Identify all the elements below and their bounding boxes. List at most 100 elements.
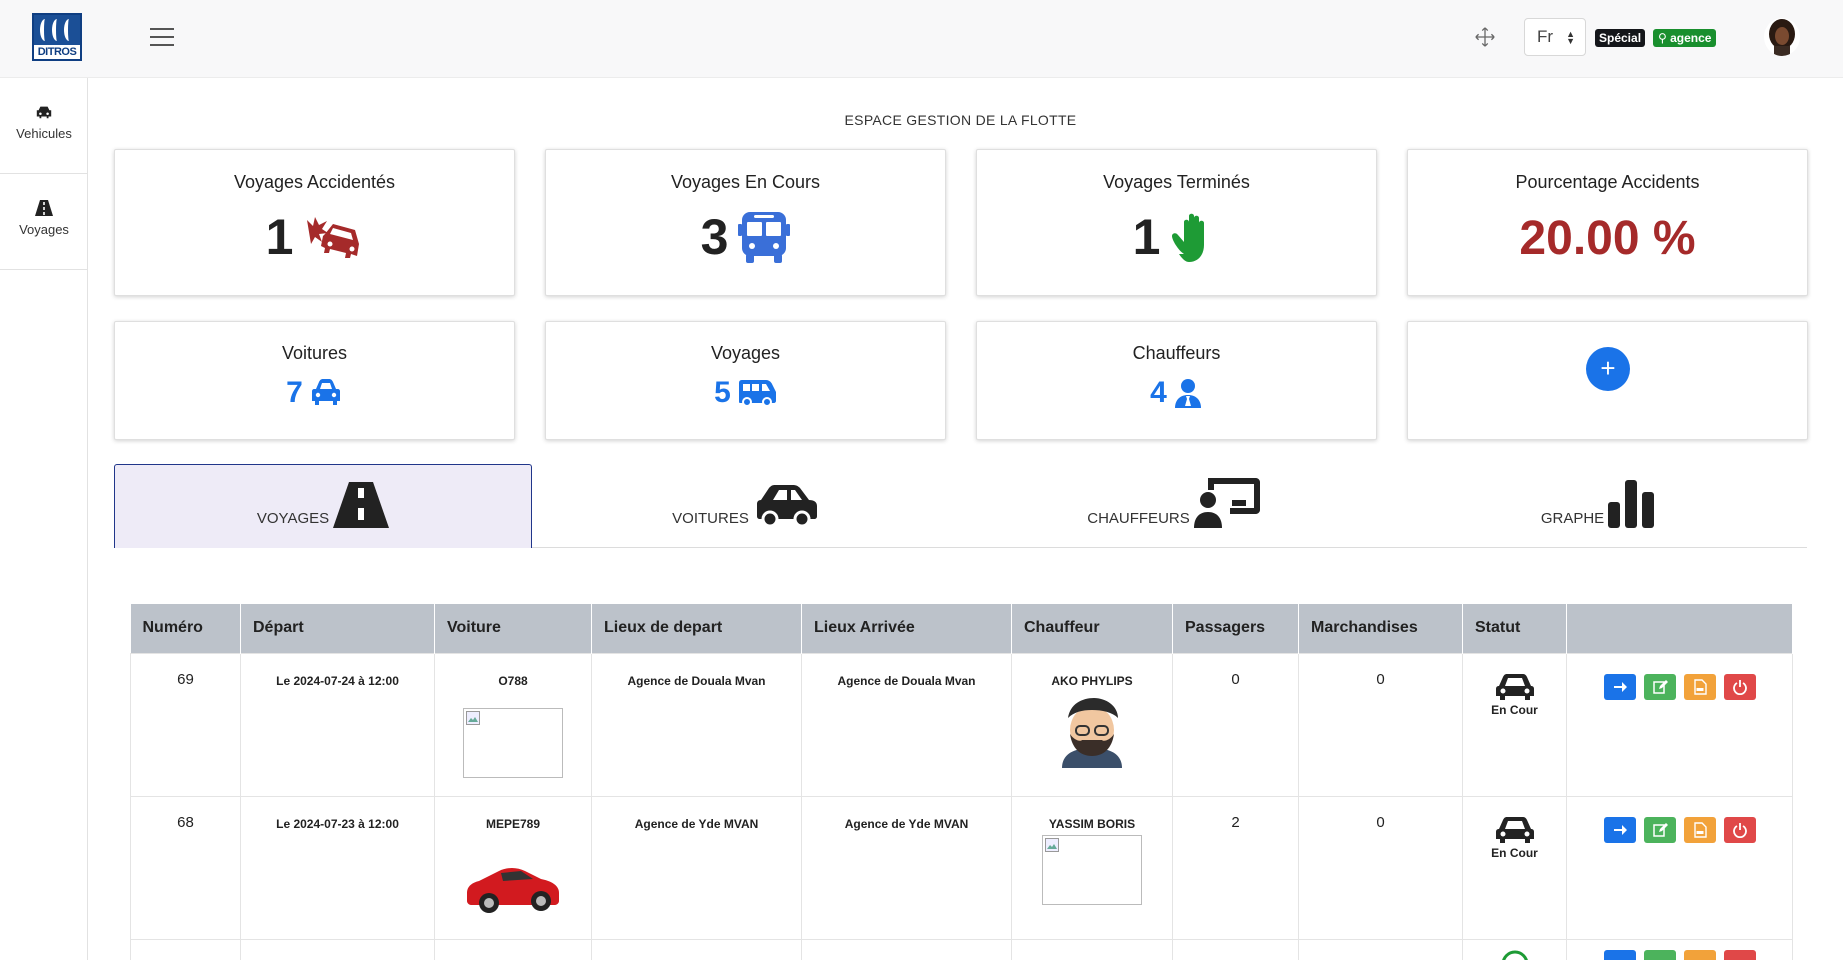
ditros-logo[interactable]: DITROS [32,13,82,61]
stat-card-title: Voyages Terminés [1103,172,1250,192]
cell-statut: En Cour [1462,652,1567,797]
cell-chauffeur: YASSIM BORIS [1011,795,1173,940]
cell-numero: 68 [130,795,241,940]
voyages-table: Numéro Départ Voiture Lieux de depart Li… [130,604,1793,960]
col-header[interactable]: Chauffeur [1011,604,1173,653]
cell-marchandises: 0 [1298,652,1463,797]
power-icon [1732,679,1747,695]
user-avatar[interactable] [1764,18,1800,56]
cell-lieu-arrivee [801,938,1012,960]
top-bar: DITROS Fr ▲ ▼ Spécial ⚲ agence [0,0,1843,78]
cell-numero: 69 [130,652,241,797]
col-header[interactable]: Marchandises [1298,604,1463,653]
edit-button[interactable] [1643,949,1676,960]
page-title: ESPACE GESTION DE LA FLOTTE [844,112,1077,128]
pdf-icon [1693,821,1707,838]
stat-card-value: 1 [1132,209,1161,265]
col-header[interactable]: Voiture [434,604,592,653]
pdf-button[interactable] [1683,949,1716,960]
add-button[interactable]: + [1586,347,1630,391]
voiture-plate: MEPE789 [485,816,541,831]
cell-lieu-depart: Agence de Douala Mvan [591,652,802,797]
broken-image-icon [1045,837,1059,852]
stat-card-voyages: Voyages 5 [545,321,946,440]
agence-badge: ⚲ agence [1653,29,1717,47]
stat-card-title: Voyages Accidentés [233,172,396,192]
tab-label: CHAUFFEURS [1087,510,1190,527]
pdf-icon [1693,678,1707,695]
tab-voyages[interactable]: VOYAGES [114,464,532,548]
road-icon [333,482,390,528]
cell-depart: Le 2024-07-23 à 12:00 [240,795,435,940]
stat-card-title: Voitures [281,343,348,363]
table-row: 69 Le 2024-07-24 à 12:00 O788 Agence de … [130,652,1793,797]
power-button[interactable] [1723,816,1756,843]
power-icon [1732,822,1747,838]
stat-card-title: Pourcentage Accidents [1515,172,1700,192]
arrow-right-icon [1613,681,1627,692]
statut-label: En Cour [1491,845,1538,860]
logo-text: DITROS [37,46,77,58]
bar-chart-icon [1608,480,1655,528]
pdf-button[interactable] [1683,673,1716,700]
arrive-button[interactable] [1603,816,1636,843]
col-header[interactable]: Lieux Arrivée [801,604,1012,653]
car-icon [36,106,52,119]
cell-actions [1566,652,1793,797]
stat-card-chauffeurs: Chauffeurs 4 [976,321,1377,440]
select-caret-icon: ▲ ▼ [1566,29,1575,46]
user-tie-icon [1174,379,1201,408]
language-select[interactable]: Fr ▲ ▼ [1524,18,1586,56]
col-header[interactable]: Numéro [130,604,241,653]
cell-marchandises [1298,938,1463,960]
table-row [130,938,1793,960]
tab-chauffeurs[interactable]: CHAUFFEURS [959,464,1388,548]
arrive-button[interactable] [1603,949,1636,960]
logo-band [34,15,80,45]
col-header[interactable]: Passagers [1172,604,1299,653]
cell-chauffeur: AKO PHYLIPS [1011,652,1173,797]
tab-label: VOYAGES [256,510,330,527]
menu-toggle-icon[interactable] [150,28,174,46]
broken-image-icon [466,710,480,725]
language-value: Fr [1537,27,1554,46]
car-status-icon [1495,673,1534,700]
power-button[interactable] [1723,949,1756,960]
tab-label: VOITURES [672,510,749,527]
stat-card-title: Voyages En Cours [670,172,821,192]
chauffeur-photo [1062,697,1122,768]
tabs: VOYAGES VOITURES CHAUFFEURS GRAPHE [114,464,1807,548]
road-icon [35,200,53,216]
tab-graphe[interactable]: GRAPHE [1388,464,1807,548]
car-side-icon [756,485,817,528]
cell-lieu-depart: Agence de Yde MVAN [591,795,802,940]
arrive-button[interactable] [1603,673,1636,700]
sidebar-item-vehicules[interactable]: Vehicules [0,78,88,174]
table-header-row: Numéro Départ Voiture Lieux de depart Li… [130,604,1793,653]
cell-passagers [1172,938,1299,960]
cell-voiture [434,938,592,960]
edit-button[interactable] [1643,673,1676,700]
stat-card-title: Chauffeurs [1132,343,1221,363]
sidebar-item-label: Vehicules [16,126,72,141]
cell-voiture: O788 [434,652,592,797]
sidebar-item-voyages[interactable]: Voyages [0,174,88,270]
table-row: 68 Le 2024-07-23 à 12:00 MEPE789 Agence … [130,795,1793,940]
col-header-actions [1566,604,1793,653]
stat-card-percentage: 20.00 % [1519,212,1696,265]
cell-numero [130,938,241,960]
col-header[interactable]: Départ [240,604,435,653]
pdf-button[interactable] [1683,816,1716,843]
edit-button[interactable] [1643,816,1676,843]
tab-voitures[interactable]: VOITURES [532,464,959,548]
power-button[interactable] [1723,673,1756,700]
stat-card-accidents: Voyages Accidentés 1 [114,149,515,296]
chauffeur-name: YASSIM BORIS [1048,816,1136,831]
sidebar-item-label: Voyages [19,222,69,237]
red-car-photo [467,867,559,913]
col-header[interactable]: Statut [1462,604,1567,653]
col-header[interactable]: Lieux de depart [591,604,802,653]
cell-actions [1566,795,1793,940]
fullscreen-move-icon[interactable] [1474,26,1496,48]
edit-icon [1652,679,1668,694]
